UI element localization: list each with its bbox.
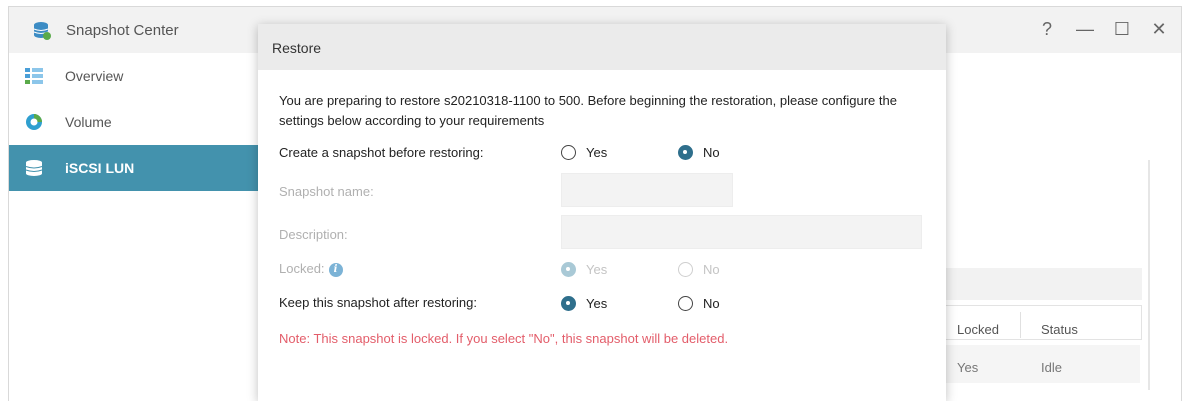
radio-label: No [703, 262, 720, 277]
dialog-title: Restore [272, 40, 322, 56]
radio-label: Yes [586, 262, 608, 277]
column-divider [1020, 312, 1021, 338]
column-header-locked[interactable]: Locked [957, 322, 999, 337]
radio-label: Yes [586, 296, 608, 311]
iscsi-lun-icon [25, 160, 43, 176]
sidebar-item-label: Overview [65, 68, 124, 84]
radio-unchecked-icon [678, 262, 693, 277]
info-icon[interactable]: i [328, 262, 343, 277]
sidebar-item-label: Volume [65, 114, 112, 130]
snapshot-name-label: Snapshot name: [279, 184, 374, 199]
locked-warning-note: Note: This snapshot is locked. If you se… [279, 331, 729, 346]
column-header-status[interactable]: Status [1041, 322, 1078, 337]
sidebar: Overview Volume iSCSI LUN [9, 53, 259, 401]
sidebar-item-volume[interactable]: Volume [9, 99, 259, 145]
radio-checked-icon [561, 296, 576, 311]
volume-icon [26, 114, 42, 130]
create-snapshot-no-radio[interactable]: No [678, 145, 720, 160]
radio-checked-icon [678, 145, 693, 160]
toolbar-strip [930, 268, 1142, 300]
overview-icon [25, 68, 43, 84]
restore-dialog: Restore You are preparing to restore s20… [258, 24, 946, 401]
sidebar-item-label: iSCSI LUN [65, 160, 135, 176]
minimize-button[interactable]: — [1074, 19, 1096, 39]
sidebar-item-iscsi-lun[interactable]: iSCSI LUN [9, 145, 259, 191]
table-cell-status: Idle [1041, 360, 1062, 375]
locked-label: Locked: [279, 261, 325, 276]
dialog-intro-text: You are preparing to restore s20210318-1… [279, 93, 897, 128]
maximize-button[interactable]: ☐ [1111, 19, 1133, 39]
keep-snapshot-no-radio[interactable]: No [678, 296, 720, 311]
window-title: Snapshot Center [66, 22, 179, 39]
snapshot-center-app-icon [33, 22, 51, 40]
description-label: Description: [279, 227, 348, 242]
help-button[interactable]: ? [1036, 19, 1058, 39]
close-button[interactable]: ✕ [1148, 19, 1170, 39]
locked-yes-radio[interactable]: Yes [561, 262, 607, 277]
snapshot-name-input[interactable] [561, 173, 733, 207]
locked-no-radio[interactable]: No [678, 262, 720, 277]
radio-label: Yes [586, 145, 608, 160]
dialog-header[interactable]: Restore [258, 24, 946, 70]
description-input[interactable] [561, 215, 922, 249]
radio-unchecked-icon [561, 145, 576, 160]
keep-snapshot-label: Keep this snapshot after restoring: [279, 295, 478, 310]
create-snapshot-label: Create a snapshot before restoring: [279, 145, 484, 160]
keep-snapshot-yes-radio[interactable]: Yes [561, 296, 607, 311]
radio-label: No [703, 296, 720, 311]
locked-label-group: Locked: i [279, 261, 343, 277]
sidebar-item-overview[interactable]: Overview [9, 53, 259, 99]
table-cell-locked: Yes [957, 360, 979, 375]
radio-checked-icon [561, 262, 576, 277]
create-snapshot-yes-radio[interactable]: Yes [561, 145, 607, 160]
radio-unchecked-icon [678, 296, 693, 311]
radio-label: No [703, 145, 720, 160]
